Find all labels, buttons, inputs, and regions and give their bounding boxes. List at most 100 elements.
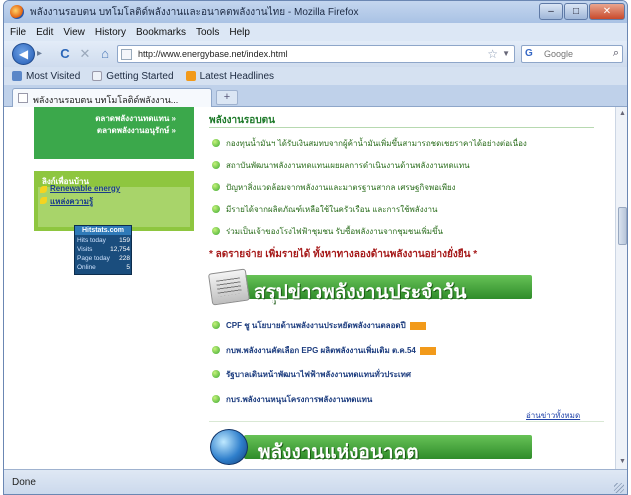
close-button[interactable]: ✕	[589, 3, 625, 20]
future-energy-banner: พลังงานแห่งอนาคต	[210, 425, 532, 469]
daily-news-link[interactable]: กบพ.พลังงานคัดเลือก EPG ผลิตพลังงานเพิ่ม…	[226, 344, 436, 357]
back-button[interactable]: ◀	[12, 43, 35, 65]
most-visited-icon	[12, 71, 22, 81]
bullet-icon	[212, 205, 220, 213]
news-link[interactable]: สถาบันพัฒนาพลังงานทดแทนเผยผลการดำเนินงาน…	[226, 159, 470, 172]
sidebar-link-knowledge[interactable]: แหล่งความรู้	[50, 195, 93, 208]
title-bar: พลังงานรอบตน บทโมโลติด์พลังงานและอนาคตพล…	[4, 1, 627, 23]
sidebar-link[interactable]: ตลาดพลังงานอนุรักษ์ »	[97, 124, 176, 137]
bookmarks-toolbar: Most Visited Getting Started Latest Head…	[4, 67, 627, 85]
page-icon	[18, 93, 28, 103]
bookmark-label: Latest Headlines	[199, 70, 275, 82]
minimize-button[interactable]: –	[539, 3, 563, 20]
reload-icon[interactable]: C	[57, 46, 73, 62]
window-title: พลังงานรอบตน บทโมโลติด์พลังงานและอนาคตพล…	[30, 7, 359, 18]
stat-row: Hits today 159	[77, 237, 131, 246]
scroll-thumb[interactable]	[618, 207, 627, 245]
bullet-icon	[212, 370, 220, 378]
stat-label: Page today	[77, 255, 110, 262]
bullet-icon	[212, 161, 220, 169]
daily-news-text: กบพ.พลังงานคัดเลือก EPG ผลิตพลังงานเพิ่ม…	[226, 346, 416, 355]
search-bar[interactable]: G ⌕	[521, 45, 623, 63]
sidebar-menu-box: ตลาดพลังงานทดแทน » ตลาดพลังงานอนุรักษ์ »	[34, 107, 194, 159]
sidebar-link-renewable[interactable]: Renewable energy	[50, 184, 120, 193]
bookmark-star-icon[interactable]: ☆	[487, 47, 498, 61]
scroll-up-icon[interactable]: ▲	[617, 108, 627, 120]
globe-icon	[210, 429, 248, 465]
bookmark-label: Most Visited	[26, 70, 81, 82]
daily-news-link[interactable]: รัฐบาลเดินหน้าพัฒนาไฟฟ้าพลังงานทดแทนทั่ว…	[226, 368, 411, 381]
stop-icon[interactable]: ✕	[77, 46, 93, 62]
news-link[interactable]: มีรายได้จากผลิตภัณฑ์เหลือใช้ในครัวเรือน …	[226, 203, 437, 216]
promo-text: * ลดรายจ่าย เพิ่มรายได้ ทั้งหาทางลองด้าน…	[209, 249, 478, 260]
resize-grip-icon[interactable]	[614, 483, 624, 493]
google-engine-icon[interactable]: G	[525, 48, 533, 59]
daily-news-item[interactable]: กบร.พลังงานหนุนโครงการพลังงานทดแทน	[212, 393, 607, 405]
url-dropdown-icon[interactable]: ▼	[502, 49, 510, 58]
stat-row: Page today 228	[77, 255, 131, 264]
scroll-down-icon[interactable]: ▼	[617, 456, 627, 468]
daily-news-item[interactable]: กบพ.พลังงานคัดเลือก EPG ผลิตพลังงานเพิ่ม…	[212, 344, 607, 356]
stat-label: Hits today	[77, 237, 106, 244]
search-icon[interactable]: ⌕	[613, 47, 619, 60]
forward-dropdown-icon[interactable]: ▸	[37, 47, 55, 61]
daily-news-banner: สรุปข่าวพลังงานประจำวัน	[207, 267, 532, 307]
news-link[interactable]: ปัญหาสิ่งแวดล้อมจากพลังงานและมาตรฐานสากล…	[226, 181, 456, 194]
bookmark-latest-headlines[interactable]: Latest Headlines	[185, 70, 275, 82]
news-link[interactable]: กองทุนน้ำมันฯ ได้รับเงินสมทบจากผู้ค้าน้ำ…	[226, 137, 527, 150]
new-tab-button[interactable]: +	[216, 90, 238, 105]
bookmark-most-visited[interactable]: Most Visited	[12, 71, 80, 82]
maximize-button[interactable]: □	[564, 3, 588, 20]
vertical-scrollbar[interactable]: ▲ ▼	[615, 107, 627, 469]
browser-window: พลังงานรอบตน บทโมโลติด์พลังงานและอนาคตพล…	[3, 0, 628, 495]
page-icon	[92, 71, 103, 81]
daily-news-item[interactable]: รัฐบาลเดินหน้าพัฒนาไฟฟ้าพลังงานทดแทนทั่ว…	[212, 368, 607, 380]
stat-row: Online 5	[77, 264, 131, 273]
bullet-icon	[212, 395, 220, 403]
home-icon[interactable]: ⌂	[97, 46, 113, 62]
menu-bookmarks[interactable]: Bookmarks	[136, 27, 186, 38]
status-text: Done	[12, 477, 36, 488]
menu-tools[interactable]: Tools	[196, 27, 219, 38]
section-divider	[209, 421, 604, 422]
stat-row: Visits 12,754	[77, 246, 131, 255]
news-link[interactable]: ร่วมเป็นเจ้าของโรงไฟฟ้าชุมชน รับซื้อพลัง…	[226, 225, 443, 238]
news-item[interactable]: สถาบันพัฒนาพลังงานทดแทนเผยผลการดำเนินงาน…	[212, 159, 607, 171]
bullet-icon	[212, 321, 220, 329]
news-item[interactable]: ร่วมเป็นเจ้าของโรงไฟฟ้าชุมชน รับซื้อพลัง…	[212, 225, 607, 237]
hit-counter-widget[interactable]: Hitstats.com Hits today 159 Visits 12,75…	[74, 225, 132, 275]
menu-file[interactable]: File	[10, 27, 26, 38]
hit-counter-title: Hitstats.com	[75, 226, 131, 235]
daily-news-link[interactable]: กบร.พลังงานหนุนโครงการพลังงานทดแทน	[226, 393, 372, 406]
url-bar[interactable]: http://www.energybase.net/index.html ☆ ▼	[117, 45, 515, 63]
daily-news-item[interactable]: CPF ชู นโยบายด้านพลังงานประหยัดพลังงานตล…	[212, 319, 607, 331]
site-favicon-icon	[121, 49, 132, 60]
menu-history[interactable]: History	[95, 27, 126, 38]
heading-divider	[209, 127, 594, 128]
section-heading: พลังงานรอบตน	[209, 115, 275, 126]
banner-title: พลังงานแห่งอนาคต	[258, 442, 419, 463]
bookmark-label: Getting Started	[106, 70, 174, 82]
rss-icon	[185, 71, 196, 81]
url-text[interactable]: http://www.energybase.net/index.html	[138, 49, 288, 59]
menu-view[interactable]: View	[63, 27, 85, 38]
leaf-bullet-icon	[40, 197, 47, 204]
news-item[interactable]: ปัญหาสิ่งแวดล้อมจากพลังงานและมาตรฐานสากล…	[212, 181, 607, 193]
leaf-bullet-icon	[40, 186, 47, 193]
stat-label: Visits	[77, 246, 93, 253]
firefox-icon	[10, 5, 24, 19]
stat-value: 159	[119, 237, 130, 244]
tab-strip: พลังงานรอบตน บทโมโลติด์พลังงาน... +	[4, 85, 627, 107]
menu-bar: File Edit View History Bookmarks Tools H…	[4, 23, 627, 41]
menu-help[interactable]: Help	[229, 27, 250, 38]
menu-edit[interactable]: Edit	[36, 27, 53, 38]
stat-value: 12,754	[110, 246, 130, 253]
new-badge-icon	[419, 346, 436, 355]
bullet-icon	[212, 139, 220, 147]
news-item[interactable]: มีรายได้จากผลิตภัณฑ์เหลือใช้ในครัวเรือน …	[212, 203, 607, 215]
search-input[interactable]	[544, 48, 608, 60]
bookmark-getting-started[interactable]: Getting Started	[92, 70, 174, 82]
news-item[interactable]: กองทุนน้ำมันฯ ได้รับเงินสมทบจากผู้ค้าน้ำ…	[212, 137, 607, 149]
daily-news-link[interactable]: CPF ชู นโยบายด้านพลังงานประหยัดพลังงานตล…	[226, 319, 426, 332]
tab-active[interactable]: พลังงานรอบตน บทโมโลติด์พลังงาน...	[12, 88, 212, 107]
